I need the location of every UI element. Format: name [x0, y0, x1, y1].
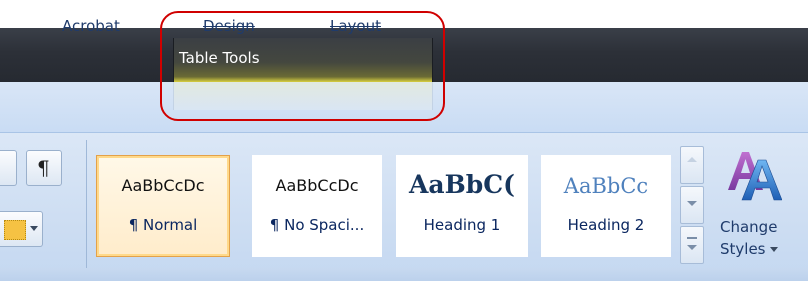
style-tile-normal[interactable]: AaBbCcDc ¶ Normal — [96, 155, 230, 257]
change-styles-label-text: Styles — [720, 240, 766, 258]
style-name: ¶ No Spaci... — [269, 216, 365, 234]
pilcrow-icon: ¶ — [37, 156, 50, 180]
style-preview: AaBbCcDc — [275, 176, 359, 195]
ribbon-group-label-strip — [0, 268, 808, 281]
tab-acrobat[interactable]: Acrobat — [62, 17, 120, 35]
change-styles-label-2: Styles — [720, 240, 778, 258]
more-icon — [687, 237, 697, 239]
gallery-scroll-down-button[interactable] — [680, 186, 704, 224]
window-top-area — [0, 0, 808, 28]
style-tile-heading-1[interactable]: AaBbC( Heading 1 — [396, 155, 528, 257]
style-preview: AaBbC( — [409, 170, 515, 199]
tab-layout[interactable]: Layout — [330, 17, 381, 35]
style-preview: AaBbCcDc — [121, 176, 205, 195]
show-hide-button[interactable]: ¶ — [26, 150, 62, 186]
style-name: ¶ Normal — [128, 216, 198, 234]
group-separator — [86, 140, 87, 275]
chevron-down-icon — [769, 247, 778, 252]
style-name: Heading 2 — [567, 216, 645, 234]
change-styles-label: Change — [720, 218, 778, 236]
tab-design[interactable]: Design — [203, 17, 255, 35]
partial-paragraph-button[interactable] — [0, 150, 17, 186]
quick-styles-gallery: AaBbCcDc ¶ Normal AaBbCcDc ¶ No Spaci...… — [96, 145, 684, 263]
style-name: Heading 1 — [423, 216, 501, 234]
style-tile-heading-2[interactable]: AaBbCc Heading 2 — [541, 155, 671, 257]
chevron-down-icon — [687, 201, 697, 206]
chevron-down-icon — [30, 226, 38, 231]
style-tile-no-spacing[interactable]: AaBbCcDc ¶ No Spaci... — [252, 155, 382, 257]
contextual-tabs-background — [173, 82, 433, 110]
gallery-more-button[interactable] — [680, 226, 704, 264]
borders-icon — [4, 220, 26, 240]
chevron-down-icon — [687, 245, 697, 250]
change-styles-button[interactable]: Change Styles — [712, 140, 808, 275]
gallery-scrollbar[interactable] — [680, 146, 706, 264]
table-tools-contextual-group: Table Tools — [173, 38, 433, 82]
gallery-scroll-up-button[interactable] — [680, 146, 704, 184]
change-styles-icon — [728, 152, 782, 201]
style-preview: AaBbCc — [563, 174, 649, 198]
chevron-up-icon — [687, 157, 697, 162]
borders-button[interactable] — [0, 211, 43, 247]
contextual-group-label: Table Tools — [179, 49, 260, 67]
